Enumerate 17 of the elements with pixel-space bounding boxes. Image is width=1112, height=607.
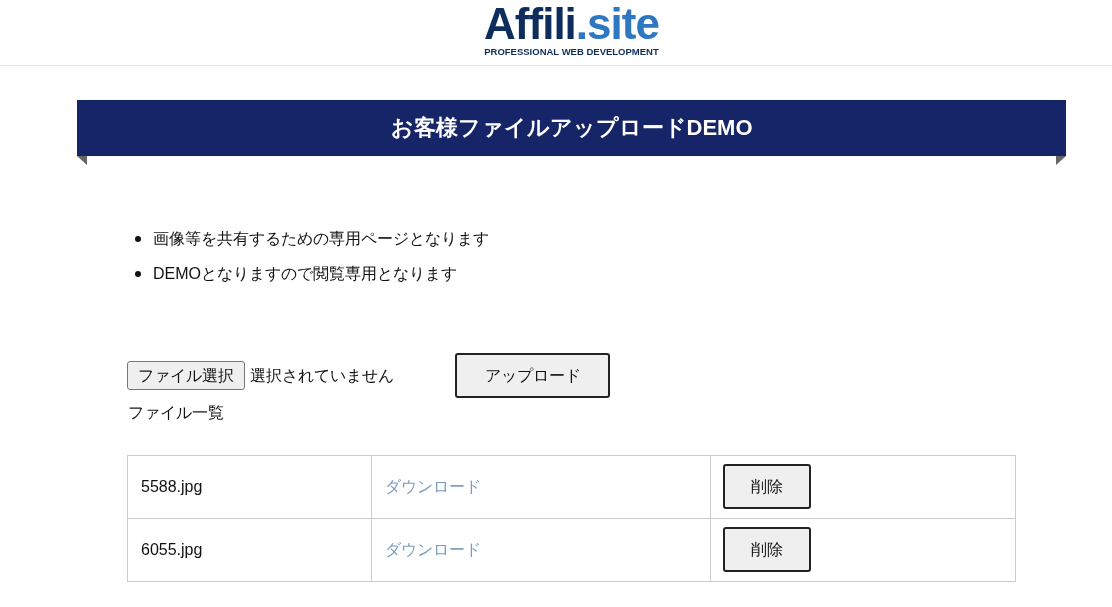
page-title-banner: お客様ファイルアップロードDEMO	[77, 100, 1066, 156]
file-name-text: 5588.jpg	[141, 478, 203, 495]
logo-tagline: PROFESSIONAL WEB DEVELOPMENT	[484, 46, 659, 58]
file-status-text: 選択されていません	[250, 365, 394, 386]
choose-file-button[interactable]: ファイル選択	[127, 361, 245, 390]
bullet-icon	[135, 235, 141, 242]
ribbon-fold-icon	[1056, 156, 1066, 165]
bullet-icon	[135, 270, 141, 277]
delete-button[interactable]: 削除	[723, 464, 812, 509]
ribbon-fold-icon	[77, 156, 87, 165]
file-name-text: 6055.jpg	[141, 541, 203, 558]
note-text: 画像等を共有するための専用ページとなります	[153, 228, 489, 249]
upload-button[interactable]: アップロード	[455, 353, 610, 398]
logo-wordmark: Affili.site	[484, 2, 659, 46]
file-list-heading: ファイル一覧	[128, 403, 224, 423]
note-text: DEMOとなりますので閲覧専用となります	[153, 263, 457, 284]
delete-button[interactable]: 削除	[723, 527, 812, 572]
